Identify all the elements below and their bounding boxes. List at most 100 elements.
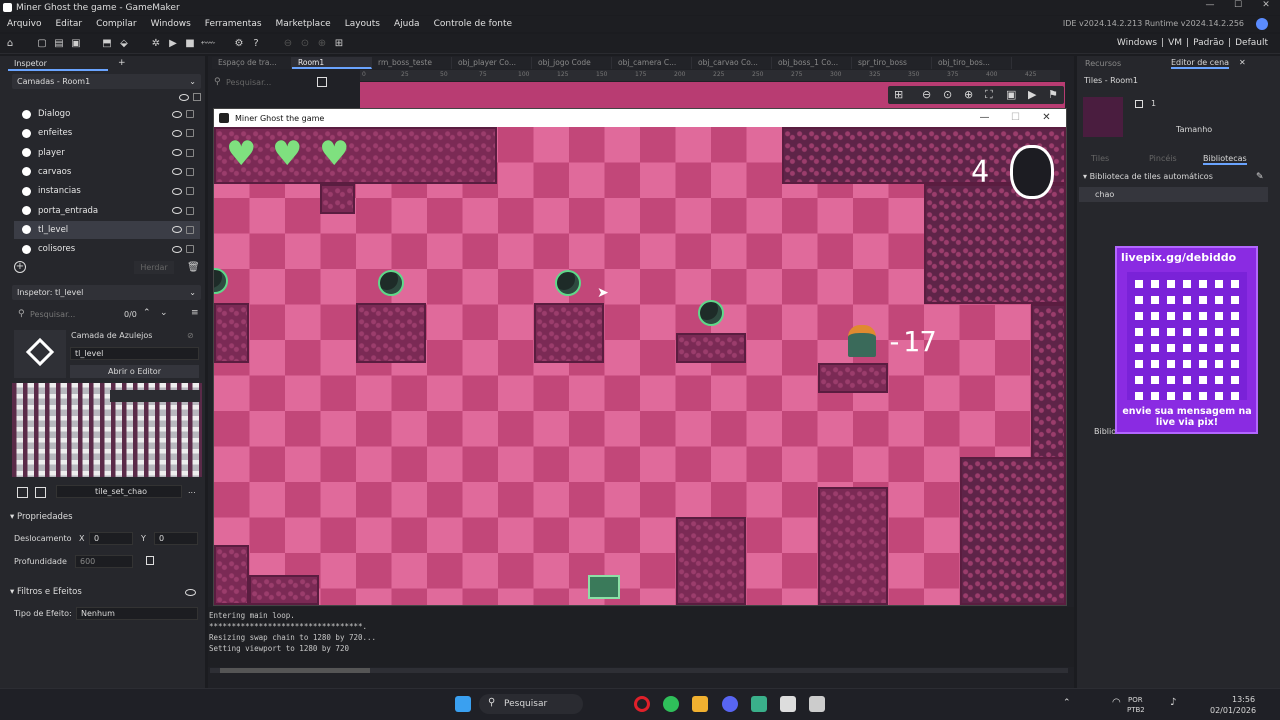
- workspace-item[interactable]: Padrão: [1193, 38, 1224, 48]
- settings-icon[interactable]: ⚙: [233, 38, 245, 50]
- editor-tab[interactable]: obj_player Co...: [452, 57, 532, 69]
- wifi-icon[interactable]: ◠: [1112, 697, 1121, 708]
- brush-size-value[interactable]: 1: [1151, 99, 1156, 108]
- editor-tab[interactable]: obj_tiro_bos...: [932, 57, 1012, 69]
- sub-tab-libraries[interactable]: Bibliotecas: [1203, 154, 1247, 165]
- lock-icon[interactable]: [186, 110, 194, 118]
- gamemaker-runner-icon[interactable]: [809, 696, 825, 712]
- lock-icon[interactable]: [1135, 100, 1143, 108]
- menu-item[interactable]: Marketplace: [269, 19, 338, 29]
- editor-tab[interactable]: spr_tiro_boss: [852, 57, 932, 69]
- tileset-more-button[interactable]: ...: [188, 486, 196, 495]
- editor-tab[interactable]: Room1: [292, 57, 372, 69]
- gamemaker-icon[interactable]: [780, 696, 796, 712]
- autotile-header[interactable]: ▾ Biblioteca de tiles automáticos: [1083, 172, 1213, 181]
- layer-item[interactable]: tl_level: [14, 220, 200, 239]
- new-project-icon[interactable]: ▢: [36, 38, 48, 50]
- filters-visibility-icon[interactable]: [185, 589, 196, 596]
- offset-x-field[interactable]: 0: [89, 532, 133, 545]
- lock-icon[interactable]: [186, 148, 194, 157]
- layers-dropdown[interactable]: Camadas - Room1 ⌄: [12, 74, 201, 89]
- lock-icon[interactable]: [186, 206, 194, 215]
- minimize-button[interactable]: —: [1196, 0, 1224, 15]
- menu-item[interactable]: Controle de fonte: [427, 19, 520, 29]
- grid-icon[interactable]: ⊞: [894, 88, 903, 101]
- clean-icon[interactable]: ⬳: [201, 38, 215, 50]
- minimize-button[interactable]: —: [969, 109, 1000, 127]
- effect-type-select[interactable]: Nenhum: [76, 607, 198, 620]
- offset-y-field[interactable]: 0: [154, 532, 198, 545]
- editor-tab[interactable]: obj_carvao Co...: [692, 57, 772, 69]
- lang-primary[interactable]: POR: [1128, 696, 1143, 704]
- frame-icon[interactable]: ▣: [1006, 88, 1016, 101]
- lock-all-icon[interactable]: [193, 93, 201, 101]
- close-button[interactable]: ✕: [1031, 109, 1062, 127]
- chevron-up-icon[interactable]: ⌃: [143, 308, 151, 318]
- workspace-item[interactable]: VM: [1168, 38, 1182, 48]
- menu-item[interactable]: Ajuda: [387, 19, 427, 29]
- edit-icon[interactable]: [35, 487, 46, 498]
- layer-item[interactable]: instancias: [14, 182, 200, 200]
- user-avatar-icon[interactable]: [1256, 18, 1268, 30]
- home-icon[interactable]: ⌂: [4, 38, 16, 50]
- tileset-field[interactable]: tile_set_chao: [56, 485, 182, 498]
- lock-icon[interactable]: [186, 245, 194, 254]
- editor-tab[interactable]: rm_boss_teste: [372, 57, 452, 69]
- export-icon[interactable]: ⬙: [118, 38, 130, 50]
- depth-field[interactable]: 600: [75, 555, 133, 568]
- file-explorer-icon[interactable]: [692, 696, 708, 712]
- workspace-item[interactable]: Windows: [1117, 38, 1157, 48]
- open-editor-button[interactable]: Abrir o Editor: [70, 365, 199, 378]
- menu-item[interactable]: Compilar: [89, 19, 144, 29]
- eye-icon[interactable]: [172, 129, 182, 137]
- discord-icon[interactable]: [722, 696, 738, 712]
- eye-icon[interactable]: [172, 149, 182, 157]
- properties-header[interactable]: ▾ Propriedades: [10, 512, 73, 522]
- menu-item[interactable]: Ferramentas: [198, 19, 269, 29]
- menu-item[interactable]: Layouts: [338, 19, 387, 29]
- workspace-item[interactable]: Default: [1235, 38, 1268, 48]
- zoom-reset-icon[interactable]: ⊙: [943, 88, 952, 101]
- layer-item[interactable]: player: [14, 144, 200, 162]
- clock-date[interactable]: 02/01/2026: [1210, 706, 1256, 715]
- menu-item[interactable]: Arquivo: [0, 19, 48, 29]
- tab-scene-editor[interactable]: Editor de cena: [1171, 58, 1230, 69]
- tab-resources[interactable]: Recursos: [1085, 59, 1121, 68]
- layer-item[interactable]: Dialogo: [14, 105, 200, 123]
- console-scrollbar[interactable]: [210, 668, 1068, 673]
- lock-icon[interactable]: [186, 187, 194, 196]
- tray-chevron-icon[interactable]: ⌃: [1063, 698, 1071, 708]
- autotile-item[interactable]: chao: [1095, 190, 1114, 199]
- debug-icon[interactable]: ✲: [150, 38, 162, 50]
- windows-start-icon[interactable]: [455, 696, 471, 712]
- clock-time[interactable]: 13:56: [1232, 695, 1255, 704]
- play-icon[interactable]: ▶: [1028, 88, 1036, 101]
- editor-tab[interactable]: obj_boss_1 Co...: [772, 57, 852, 69]
- save-icon[interactable]: ▣: [70, 38, 82, 50]
- filters-header[interactable]: ▾ Filtros e Efeitos: [10, 587, 82, 597]
- menu-item[interactable]: Editar: [48, 19, 89, 29]
- view-mode-icon[interactable]: [317, 77, 327, 87]
- inspector-dropdown[interactable]: Inspetor: tl_level ⌄: [12, 285, 201, 300]
- close-button[interactable]: ✕: [1252, 0, 1280, 15]
- eye-icon[interactable]: [172, 245, 182, 253]
- editor-tab[interactable]: obj_camera C...: [612, 57, 692, 69]
- depth-lock-icon[interactable]: [146, 556, 154, 565]
- tileset-icon[interactable]: [17, 487, 28, 498]
- sub-tab-tiles[interactable]: Tiles: [1091, 154, 1109, 163]
- resource-search-input[interactable]: Pesquisar...: [226, 78, 271, 87]
- layer-item[interactable]: colisores: [14, 240, 200, 258]
- inspector-tab[interactable]: Inspetor: [8, 58, 108, 71]
- eye-icon[interactable]: [172, 187, 182, 195]
- link-icon[interactable]: ⊘: [187, 331, 194, 340]
- stop-icon[interactable]: ■: [184, 38, 196, 50]
- eye-icon[interactable]: [172, 168, 182, 176]
- inspector-search-input[interactable]: Pesquisar...: [30, 310, 75, 319]
- lang-secondary[interactable]: PTB2: [1127, 706, 1145, 714]
- trash-icon[interactable]: 🗑: [187, 262, 200, 273]
- grid-icon[interactable]: ⊞: [333, 38, 345, 50]
- layer-name-field[interactable]: tl_level: [70, 347, 199, 360]
- tag-icon[interactable]: ⚑: [1048, 88, 1058, 101]
- lock-icon[interactable]: [186, 167, 194, 176]
- maximize-button[interactable]: ☐: [1000, 109, 1031, 127]
